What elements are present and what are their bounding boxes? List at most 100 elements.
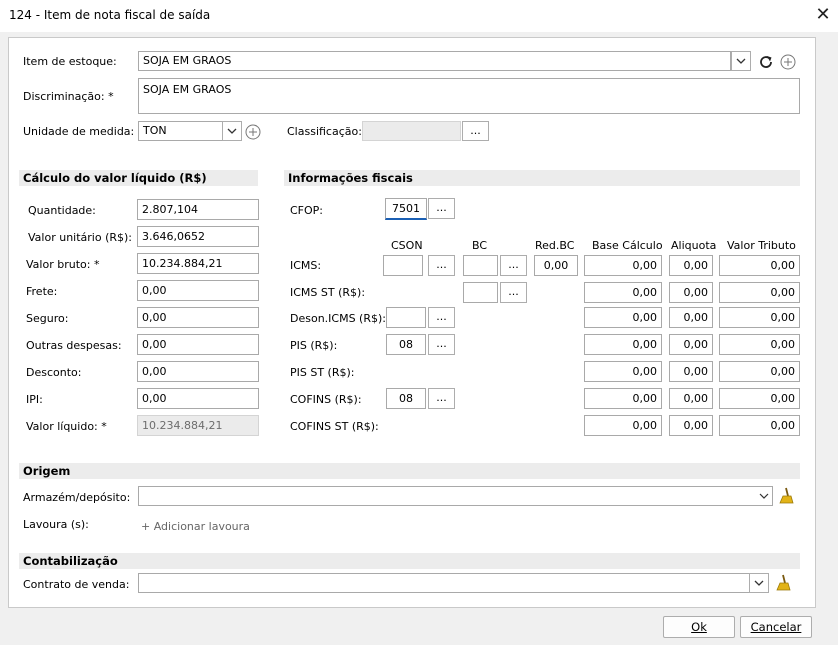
classificacao-label: Classificação:	[287, 125, 362, 138]
window-title: 124 - Item de nota fiscal de saída	[9, 8, 211, 22]
icms-bc-input[interactable]	[463, 255, 498, 276]
aliquota-header: Aliquota	[671, 239, 717, 252]
chevron-down-icon	[736, 58, 746, 64]
frete-input[interactable]: 0,00	[137, 280, 259, 301]
cofins-lookup-button[interactable]: ...	[428, 388, 455, 409]
title-bar: 124 - Item de nota fiscal de saída ✕	[0, 0, 838, 32]
bc-header: BC	[472, 239, 488, 252]
calc-section-title: Cálculo do valor líquido (R$)	[19, 170, 258, 186]
armazem-label: Armazém/depósito:	[23, 491, 131, 504]
icms-st-aliquota-input[interactable]: 0,00	[669, 282, 713, 303]
cofins-label: COFINS (R$):	[290, 393, 362, 406]
chevron-down-icon	[227, 128, 237, 134]
icms-label: ICMS:	[290, 259, 322, 272]
icms-st-base-input[interactable]: 0,00	[584, 282, 662, 303]
pis-st-aliquota-input[interactable]: 0,00	[669, 361, 713, 382]
icms-cson-lookup-button[interactable]: ...	[428, 255, 455, 276]
pis-st-label: PIS ST (R$):	[290, 366, 355, 379]
valor-tributo-header: Valor Tributo	[727, 239, 796, 252]
cofins-base-input[interactable]: 0,00	[584, 388, 662, 409]
contrato-dropdown[interactable]	[749, 573, 769, 593]
classificacao-lookup-button[interactable]: ...	[462, 121, 489, 141]
deson-icms-lookup-button[interactable]: ...	[428, 307, 455, 328]
pis-label: PIS (R$):	[290, 339, 338, 352]
cfop-input[interactable]: 7501	[385, 198, 427, 220]
frete-label: Frete:	[26, 285, 58, 298]
icms-bc-lookup-button[interactable]: ...	[500, 255, 527, 276]
armazem-select[interactable]	[138, 486, 773, 506]
icms-valor-input[interactable]: 0,00	[719, 255, 800, 276]
icms-aliquota-input[interactable]: 0,00	[669, 255, 713, 276]
deson-icms-cson-input[interactable]	[386, 307, 426, 328]
icms-redbc-input[interactable]: 0,00	[534, 255, 578, 276]
item-estoque-input[interactable]: SOJA EM GRAOS	[138, 51, 731, 71]
cofins-valor-input[interactable]: 0,00	[719, 388, 800, 409]
ok-button-label: Ok	[691, 620, 707, 634]
valor-bruto-label: Valor bruto: *	[26, 258, 100, 271]
redbc-header: Red.BC	[535, 239, 575, 252]
pis-valor-input[interactable]: 0,00	[719, 334, 800, 355]
cson-header: CSON	[391, 239, 423, 252]
pis-base-input[interactable]: 0,00	[584, 334, 662, 355]
valor-unitario-label: Valor unitário (R$):	[28, 231, 133, 244]
ok-button[interactable]: Ok	[663, 616, 735, 638]
add-lavoura-link[interactable]: + Adicionar lavoura	[141, 520, 250, 533]
chevron-down-icon[interactable]	[759, 491, 769, 501]
pis-lookup-button[interactable]: ...	[428, 334, 455, 355]
discriminacao-input[interactable]: SOJA EM GRAOS	[138, 78, 800, 114]
outras-despesas-input[interactable]: 0,00	[137, 334, 259, 355]
deson-icms-label: Deson.ICMS (R$):	[290, 312, 386, 325]
contab-section-title: Contabilização	[19, 553, 800, 569]
icms-base-input[interactable]: 0,00	[584, 255, 662, 276]
add-circle-icon[interactable]	[780, 54, 796, 70]
quantidade-input[interactable]: 2.807,104	[137, 199, 259, 220]
pis-cson-input[interactable]: 08	[386, 334, 426, 355]
quantidade-label: Quantidade:	[28, 204, 96, 217]
valor-unitario-input[interactable]: 3.646,0652	[137, 226, 259, 247]
origem-section-title: Origem	[19, 463, 800, 479]
icms-cson-input[interactable]	[383, 255, 423, 276]
close-icon[interactable]: ✕	[812, 3, 834, 27]
icms-st-valor-input[interactable]: 0,00	[719, 282, 800, 303]
deson-icms-base-input[interactable]: 0,00	[584, 307, 662, 328]
cofins-st-valor-input[interactable]: 0,00	[719, 415, 800, 436]
pis-st-valor-input[interactable]: 0,00	[719, 361, 800, 382]
icms-st-bc-lookup-button[interactable]: ...	[500, 282, 527, 303]
unidade-dropdown[interactable]	[222, 121, 242, 141]
cofins-st-aliquota-input[interactable]: 0,00	[669, 415, 713, 436]
seguro-input[interactable]: 0,00	[137, 307, 259, 328]
chevron-down-icon	[754, 580, 764, 586]
refresh-icon[interactable]	[758, 54, 774, 70]
cfop-label: CFOP:	[290, 204, 324, 217]
pis-st-base-input[interactable]: 0,00	[584, 361, 662, 382]
ipi-input[interactable]: 0,00	[137, 388, 259, 409]
cofins-st-label: COFINS ST (R$):	[290, 420, 379, 433]
cofins-st-base-input[interactable]: 0,00	[584, 415, 662, 436]
broom-icon[interactable]	[777, 487, 795, 505]
contrato-label: Contrato de venda:	[23, 578, 130, 591]
deson-icms-valor-input[interactable]: 0,00	[719, 307, 800, 328]
contrato-input[interactable]	[138, 573, 750, 593]
classificacao-input	[362, 121, 461, 141]
cofins-aliquota-input[interactable]: 0,00	[669, 388, 713, 409]
icms-st-bc-input[interactable]	[463, 282, 498, 303]
item-estoque-dropdown[interactable]	[731, 51, 751, 71]
cancel-button-label: Cancelar	[750, 620, 802, 634]
lavoura-label: Lavoura (s):	[23, 518, 89, 531]
seguro-label: Seguro:	[26, 312, 69, 325]
discriminacao-label: Discriminação: *	[23, 90, 114, 103]
outras-despesas-label: Outras despesas:	[26, 339, 122, 352]
cofins-cson-input[interactable]: 08	[386, 388, 426, 409]
unidade-input[interactable]: TON	[138, 121, 223, 141]
deson-icms-aliquota-input[interactable]: 0,00	[669, 307, 713, 328]
valor-liquido-input: 10.234.884,21	[137, 415, 259, 436]
base-calculo-header: Base Cálculo	[592, 239, 663, 252]
desconto-input[interactable]: 0,00	[137, 361, 259, 382]
cancel-button[interactable]: Cancelar	[740, 616, 812, 638]
valor-bruto-input[interactable]: 10.234.884,21	[137, 253, 259, 274]
broom-icon[interactable]	[774, 574, 792, 592]
pis-aliquota-input[interactable]: 0,00	[669, 334, 713, 355]
add-circle-icon[interactable]	[245, 124, 261, 140]
ipi-label: IPI:	[26, 393, 43, 406]
cfop-lookup-button[interactable]: ...	[428, 198, 455, 219]
